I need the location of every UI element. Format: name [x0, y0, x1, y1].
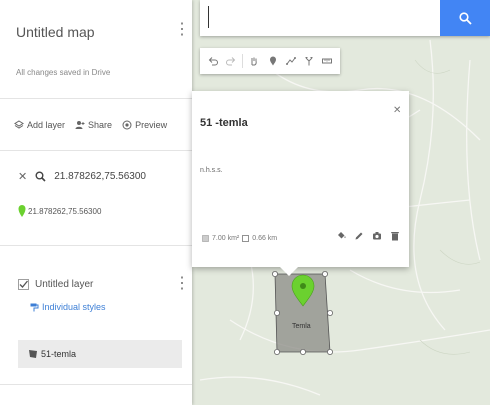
- feature-item[interactable]: 51-temla: [18, 340, 182, 368]
- feature-info-popup: 51 -temla ✕ n.h.s.s. 7.00 km² 0.66 km: [192, 91, 409, 267]
- divider: [0, 98, 192, 99]
- add-person-icon: [75, 121, 85, 129]
- polygon-feature-icon: [29, 350, 37, 358]
- popup-tail: [280, 267, 298, 276]
- directions-icon: [305, 57, 313, 66]
- map-options-icon[interactable]: ⋮: [174, 22, 190, 38]
- paint-bucket-icon[interactable]: [336, 231, 346, 241]
- trash-icon[interactable]: [390, 231, 400, 241]
- select-hand-button[interactable]: [247, 54, 261, 68]
- vertex-handle: [273, 309, 280, 316]
- area-icon: [202, 235, 209, 242]
- divider: [0, 384, 192, 385]
- share-label: Share: [88, 120, 113, 130]
- search-icon: [458, 11, 472, 25]
- layer-name[interactable]: Untitled layer: [35, 279, 93, 290]
- close-popup-icon[interactable]: ✕: [393, 105, 401, 116]
- pin-icon: [18, 205, 26, 217]
- search-input[interactable]: [210, 0, 440, 36]
- map-actions: Add layer Share Preview: [14, 120, 167, 130]
- search-button[interactable]: [440, 0, 490, 36]
- hand-icon: [251, 57, 258, 66]
- ruler-icon: [321, 58, 332, 64]
- divider: [0, 245, 192, 246]
- feature-measurements: 7.00 km² 0.66 km: [202, 235, 277, 242]
- area-value: 7.00 km²: [212, 235, 240, 242]
- popup-title: 51 -temla: [200, 117, 248, 129]
- paint-roller-icon: [30, 303, 39, 311]
- perimeter-value: 0.66 km: [252, 235, 278, 242]
- map-title[interactable]: Untitled map: [16, 24, 95, 40]
- vertex-handle: [273, 348, 280, 355]
- add-directions-button[interactable]: [302, 54, 316, 68]
- draw-line-button[interactable]: [284, 54, 298, 68]
- clear-search-icon[interactable]: ✕: [18, 170, 27, 183]
- popup-description: n.h.s.s.: [200, 167, 223, 174]
- share-button[interactable]: Share: [75, 120, 112, 130]
- individual-styles-link[interactable]: Individual styles: [30, 302, 106, 312]
- toolbar-divider: [242, 54, 244, 68]
- map-sidebar: Untitled map ⋮ All changes saved in Driv…: [0, 0, 192, 405]
- marker-icon: [269, 56, 276, 66]
- popup-actions: [336, 231, 400, 241]
- edit-pencil-icon[interactable]: [354, 231, 364, 241]
- preview-button[interactable]: Preview: [122, 120, 167, 130]
- vertex-handle: [321, 270, 328, 277]
- saved-status: All changes saved in Drive: [16, 68, 111, 77]
- redo-icon: [226, 57, 236, 66]
- add-layer-label: Add layer: [27, 120, 66, 130]
- redo-button[interactable]: [224, 54, 238, 68]
- map-toolbar: [200, 48, 340, 74]
- search-icon: [35, 171, 46, 182]
- undo-button[interactable]: [206, 54, 220, 68]
- checkbox-checked-icon[interactable]: [18, 279, 29, 290]
- add-marker-button[interactable]: [266, 54, 280, 68]
- add-layer-button[interactable]: Add layer: [14, 120, 65, 130]
- search-result-text: 21.878262,75.56300: [28, 206, 102, 216]
- preview-eye-icon: [122, 120, 132, 130]
- polygon-label: Temla: [292, 323, 311, 330]
- perimeter-icon: [242, 235, 250, 242]
- search-result-item[interactable]: 21.878262,75.56300: [18, 204, 101, 218]
- search-query-text[interactable]: 21.878262,75.56300: [54, 171, 146, 182]
- layer-header[interactable]: Untitled layer: [18, 279, 93, 290]
- feature-name: 51-temla: [41, 349, 77, 359]
- layers-icon: [14, 120, 24, 129]
- layer-options-icon[interactable]: ⋮: [174, 276, 190, 292]
- measure-button[interactable]: [320, 54, 334, 68]
- preview-label: Preview: [135, 120, 168, 130]
- undo-icon: [208, 57, 219, 66]
- vertex-handle: [299, 348, 306, 355]
- individual-styles-label: Individual styles: [42, 302, 106, 312]
- camera-icon[interactable]: [372, 231, 382, 241]
- vertex-handle: [326, 348, 333, 355]
- divider: [0, 150, 192, 151]
- draw-line-icon: [285, 57, 296, 65]
- text-caret: [208, 6, 209, 28]
- vertex-handle: [326, 309, 333, 316]
- search-query-row: ✕ 21.878262,75.56300: [18, 170, 146, 183]
- vertex-handle: [271, 270, 278, 277]
